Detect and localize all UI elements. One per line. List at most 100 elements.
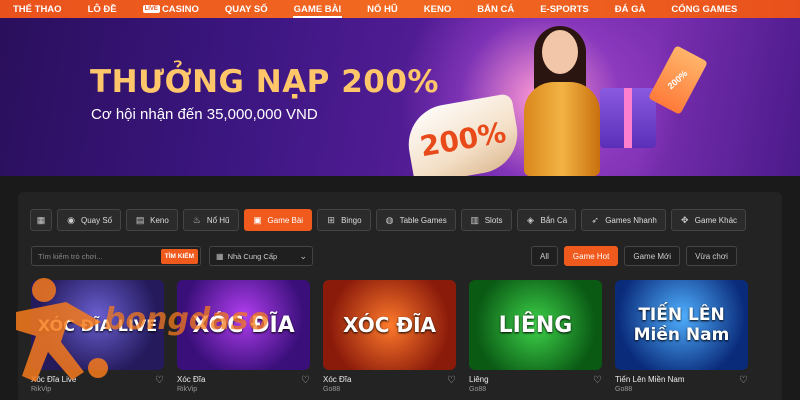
provider-label: Nhà Cung Cấp [227,251,278,261]
category-bingo[interactable]: ⊞ Bingo [317,209,371,231]
nav-item-da-ga[interactable]: ĐÁ GÀ [602,0,659,18]
game-name: Tiến Lên Miền Nam [615,375,685,384]
nav-item-ban-ca[interactable]: BẮN CÁ [464,0,527,18]
chevron-down-icon: ⌄ [299,251,307,261]
category-all-grid-button[interactable]: ▦ [30,209,52,231]
nav-item-lo-de[interactable]: LÔ ĐỀ [75,0,130,18]
promo-banner[interactable]: THƯỞNG NẠP 200% Cơ hội nhận đến 35,000,0… [0,18,800,176]
model-illustration [510,26,610,176]
game-meta: Liêng Go88 ♡ [469,375,602,393]
grid-icon: ▤ [135,214,145,225]
game-art-title: XÓC ĐĨA [342,313,437,337]
category-label: Quay Số [81,215,113,225]
game-provider: Go88 [615,386,633,393]
dress-shape [524,82,600,176]
nav-label: QUAY SỐ [224,3,268,15]
game-art-title: LIÊNG [498,312,573,338]
category-slots[interactable]: ▥ Slots [460,209,512,231]
nav-item-game-bai[interactable]: GAME BÀI [281,0,355,18]
banner-title: THƯỞNG NẠP 200% [90,64,439,100]
game-thumbnail[interactable]: XÓC ĐĨA [323,280,456,370]
ball-icon: ◉ [67,214,75,225]
category-label: Game Khác [694,215,738,225]
nav-item-cong-games[interactable]: CỔNG GAMES [658,0,750,18]
category-ban-ca[interactable]: ◈ Bắn Cá [516,209,577,231]
nav-item-quay-so[interactable]: QUAY SỐ [212,0,281,18]
slot-icon: ▥ [470,214,479,225]
provider-icon: ▦ [216,251,224,261]
filter-all[interactable]: All [531,246,558,266]
category-table-games[interactable]: ◍ Table Games [375,209,456,231]
face-shape [542,30,578,74]
category-keno[interactable]: ▤ Keno [126,209,178,231]
search-box: TÌM KIẾM [31,246,201,266]
category-label: Slots [484,215,503,225]
favorite-heart-icon[interactable]: ♡ [593,375,602,393]
fish-icon: ◈ [527,214,534,225]
game-meta: Xóc Đĩa Go88 ♡ [323,375,456,393]
nav-label: LÔ ĐỀ [87,3,117,15]
grid-icon: ▦ [36,214,46,225]
watermark-text: bongdaso [104,302,270,337]
nav-label: KENO [423,3,452,15]
nav-item-the-thao[interactable]: THỂ THAO [0,0,75,18]
search-input[interactable] [38,250,148,263]
category-label: Game Bài [267,215,304,225]
game-provider: Go88 [469,386,487,393]
category-game-bai[interactable]: ▣ Game Bài [243,209,313,231]
nav-item-casino[interactable]: LIVE CASINO [130,0,212,18]
filter-vua-choi[interactable]: Vừa chơi [686,246,737,266]
provider-select[interactable]: ▦ Nhà Cung Cấp ⌄ [209,246,313,266]
category-label: Bắn Cá [540,215,568,225]
rocket-icon: ➶ [591,214,599,225]
nav-item-no-hu[interactable]: NỔ HŨ [354,0,411,18]
nav-label: THỂ THAO [13,3,62,15]
banner-subtitle: Cơ hội nhận đến 35,000,000 VND [91,106,318,123]
category-label: Games Nhanh [605,215,657,225]
category-games-nhanh[interactable]: ➶ Games Nhanh [581,209,666,231]
favorite-heart-icon[interactable]: ♡ [301,375,310,393]
ribbon-text: 200% [417,115,509,163]
game-name: Liêng [469,375,489,384]
nav-label: NỔ HŨ [367,3,398,15]
game-card[interactable]: TIẾN LÊN Miền Nam Tiến Lên Miền Nam Go88 … [615,280,748,393]
favorite-heart-icon[interactable]: ♡ [739,375,748,393]
category-label: Table Games [399,215,447,225]
category-label: Bingo [341,215,362,225]
game-provider: Go88 [323,386,341,393]
nav-item-e-sports[interactable]: E-SPORTS [527,0,602,18]
table-icon: ◍ [385,214,394,225]
player-silhouette-icon [16,278,108,382]
game-card[interactable]: LIÊNG Liêng Go88 ♡ [469,280,602,393]
search-button[interactable]: TÌM KIẾM [160,249,198,264]
nav-label: BẮN CÁ [477,3,515,15]
filter-game-moi[interactable]: Game Mới [624,246,681,266]
game-thumbnail[interactable]: LIÊNG [469,280,602,370]
pot-icon: ♨ [192,214,201,225]
gamepad-icon: ✥ [681,214,689,225]
game-thumbnail[interactable]: TIẾN LÊN Miền Nam [615,280,748,370]
favorite-heart-icon[interactable]: ♡ [447,375,456,393]
gift-box-icon [600,88,656,148]
filter-group: All Game Hot Game Mới Vừa chơi [531,246,737,266]
watermark-logo: bongdaso [6,272,276,392]
category-label: Nổ Hũ [206,215,230,225]
top-nav: THỂ THAO LÔ ĐỀ LIVE CASINO QUAY SỐ GAME B… [0,0,800,18]
nav-label: CỔNG GAMES [671,3,738,15]
nav-item-keno[interactable]: KENO [411,0,464,18]
cards-icon: ▣ [253,214,262,225]
category-game-khac[interactable]: ✥ Game Khác [670,209,747,231]
tag-text: 200% [666,68,690,92]
bingo-icon: ⊞ [327,214,335,225]
nav-label: CASINO [161,3,199,15]
filter-game-hot[interactable]: Game Hot [563,246,619,266]
game-card[interactable]: XÓC ĐĨA Xóc Đĩa Go88 ♡ [323,280,456,393]
category-quay-so[interactable]: ◉ Quay Số [57,209,122,231]
category-no-hu[interactable]: ♨ Nổ Hũ [182,209,239,231]
page: THỂ THAO LÔ ĐỀ LIVE CASINO QUAY SỐ GAME B… [0,0,800,400]
live-badge: LIVE [142,5,160,13]
nav-label: ĐÁ GÀ [614,3,646,15]
category-bar: ▦ ◉ Quay Số ▤ Keno ♨ Nổ Hũ ▣ Game Bài ⊞ Bingo… [30,209,747,233]
nav-label: E-SPORTS [540,3,589,15]
game-art-title: TIẾN LÊN Miền Nam [633,305,730,345]
